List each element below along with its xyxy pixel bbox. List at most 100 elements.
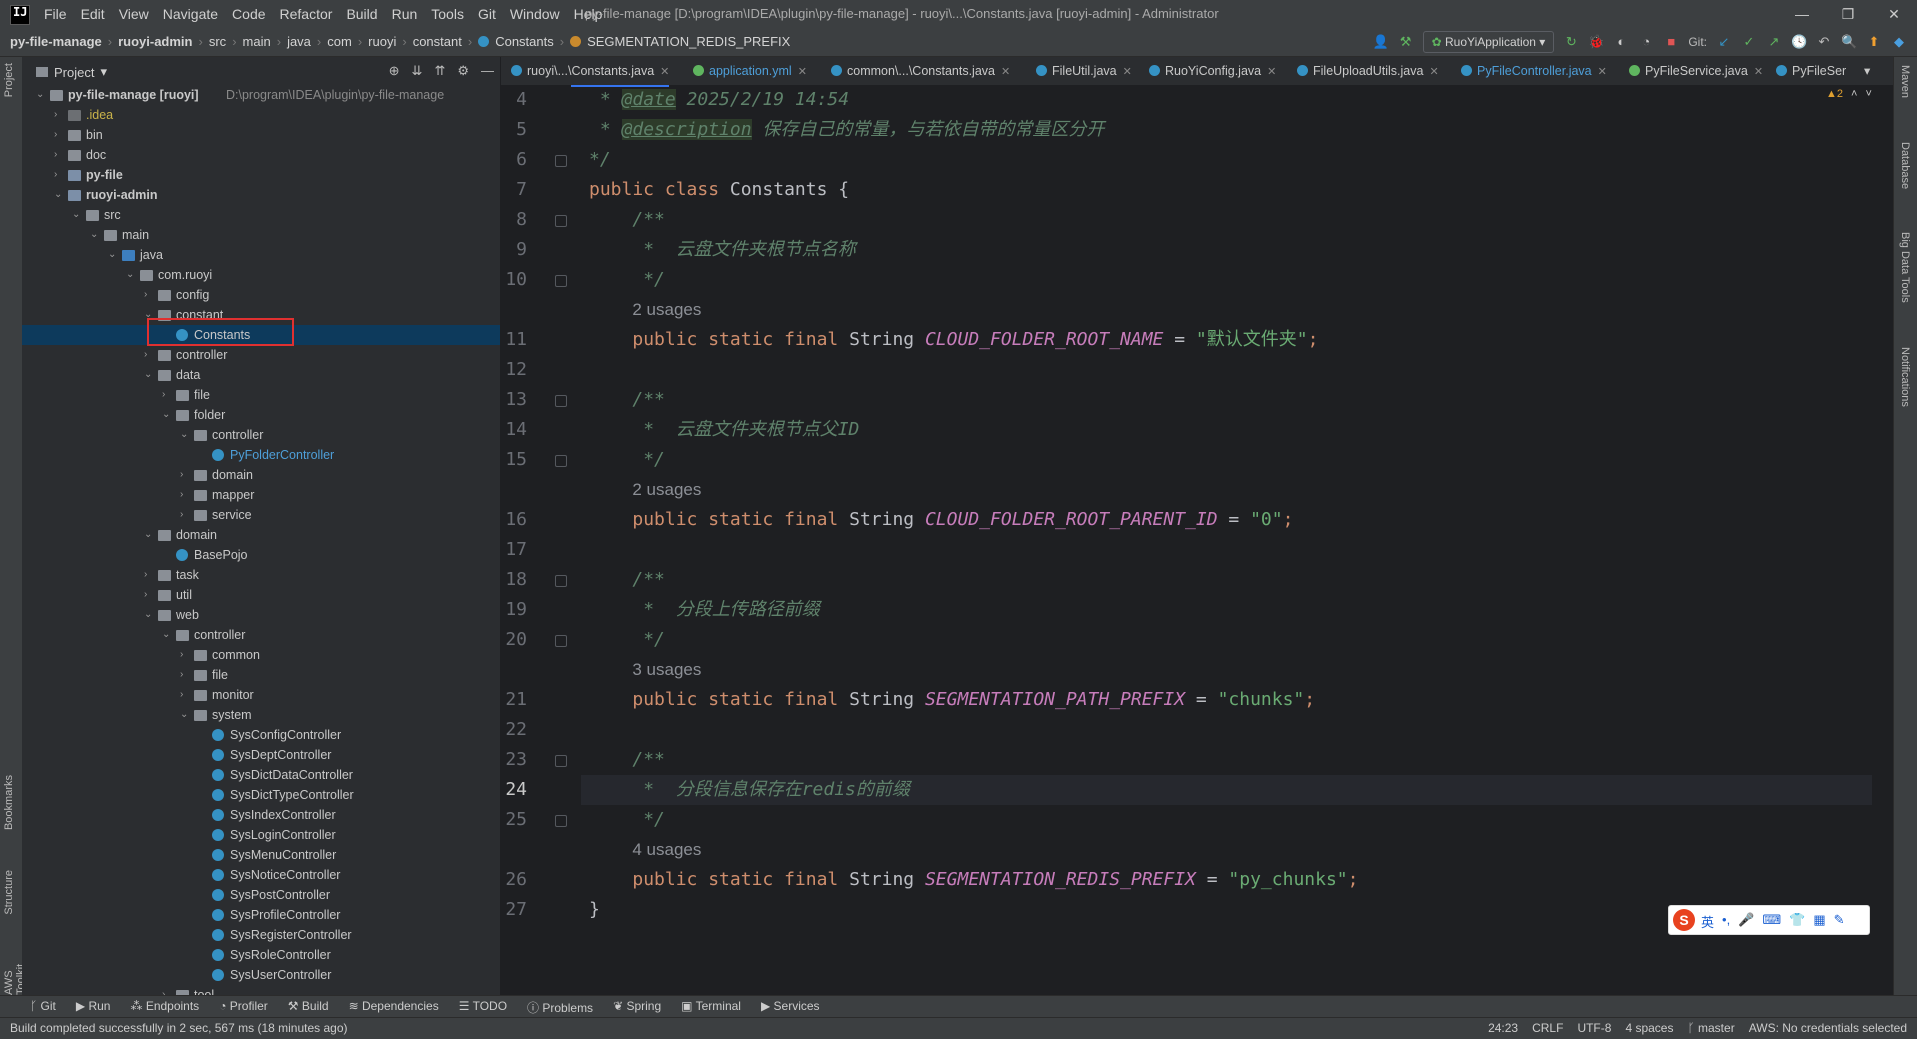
chevron-down-icon[interactable]: ⌄ xyxy=(162,625,172,645)
fold-marker-icon[interactable] xyxy=(555,275,567,287)
close-window-button[interactable]: ✕ xyxy=(1871,0,1917,28)
tree-item-class[interactable]: SysPostController xyxy=(22,885,500,905)
chevron-right-icon[interactable]: › xyxy=(54,165,64,185)
breadcrumb-project[interactable]: py-file-manage xyxy=(10,34,102,49)
chevron-down-icon[interactable]: ⌄ xyxy=(144,525,154,545)
menu-tools[interactable]: Tools xyxy=(431,6,464,22)
tree-item-folder[interactable]: ⌄ com.ruoyi xyxy=(22,265,500,285)
tree-item-class[interactable]: SysIndexController xyxy=(22,805,500,825)
chevron-right-icon[interactable]: › xyxy=(144,565,154,585)
chevron-right-icon[interactable]: › xyxy=(180,685,190,705)
collapse-all-icon[interactable]: ⇈ xyxy=(434,63,445,79)
fold-marker-icon[interactable] xyxy=(555,755,567,767)
usages-hint[interactable]: 4 usages xyxy=(589,835,701,865)
caret-position[interactable]: 24:23 xyxy=(1488,1021,1518,1035)
tree-item-folder[interactable]: › config xyxy=(22,285,500,305)
tree-item-class[interactable]: SysNoticeController xyxy=(22,865,500,885)
plugin-icon[interactable]: ◆ xyxy=(1891,34,1907,50)
chevron-down-icon[interactable]: ⌄ xyxy=(108,245,118,265)
chevron-right-icon[interactable]: › xyxy=(180,465,190,485)
maven-tool-tab[interactable]: Maven xyxy=(1899,65,1911,98)
ime-microphone-icon[interactable]: 🎤 xyxy=(1738,912,1754,931)
tree-item-folder[interactable]: ⌄ folder xyxy=(22,405,500,425)
notifications-tool-tab[interactable]: Notifications xyxy=(1899,347,1911,407)
line-number[interactable]: 15 xyxy=(487,449,527,470)
tree-item-folder[interactable]: ⌄ system xyxy=(22,705,500,725)
status-message[interactable]: Build completed successfully in 2 sec, 5… xyxy=(10,1021,348,1035)
git-commit-icon[interactable]: ✓ xyxy=(1741,34,1757,50)
tab-ruoyi-constants[interactable]: ruoyi\...\Constants.java ✕ xyxy=(511,57,670,87)
chevron-down-icon[interactable]: ⌄ xyxy=(72,205,82,225)
close-icon[interactable]: ✕ xyxy=(798,66,807,78)
breadcrumb-module[interactable]: ruoyi-admin xyxy=(118,34,192,49)
ime-toolbox-icon[interactable]: ▦ xyxy=(1813,912,1825,931)
chevron-down-icon[interactable]: ⌄ xyxy=(144,605,154,625)
usages-hint[interactable]: 2 usages xyxy=(589,475,701,505)
chevron-right-icon[interactable]: › xyxy=(144,345,154,365)
tree-item-folder[interactable]: › util xyxy=(22,585,500,605)
menu-file[interactable]: File xyxy=(44,6,67,22)
build-tool-tab[interactable]: ⚒ Build xyxy=(288,999,329,1016)
coverage-icon[interactable]: ◐ xyxy=(1613,34,1629,50)
stop-icon[interactable]: ■ xyxy=(1663,34,1679,50)
line-number[interactable]: 7 xyxy=(487,179,527,200)
close-icon[interactable]: ✕ xyxy=(660,66,669,78)
close-icon[interactable]: ✕ xyxy=(1123,66,1132,78)
chevron-right-icon[interactable]: › xyxy=(180,485,190,505)
line-number[interactable]: 22 xyxy=(487,719,527,740)
code-area[interactable]: * @date 2025/2/19 14:54 * @description 保… xyxy=(581,85,1872,995)
tree-item-class[interactable]: SysRoleController xyxy=(22,945,500,965)
breadcrumb-ruoyi[interactable]: ruoyi xyxy=(368,34,396,49)
file-encoding[interactable]: UTF-8 xyxy=(1577,1021,1611,1035)
menu-edit[interactable]: Edit xyxy=(81,6,105,22)
expand-all-icon[interactable]: ⇊ xyxy=(412,63,423,79)
breadcrumb-main[interactable]: main xyxy=(243,34,271,49)
line-number[interactable]: 26 xyxy=(487,869,527,890)
fold-marker-icon[interactable] xyxy=(555,635,567,647)
chevron-right-icon[interactable]: › xyxy=(144,585,154,605)
indent-setting[interactable]: 4 spaces xyxy=(1625,1021,1673,1035)
fold-marker-icon[interactable] xyxy=(555,155,567,167)
tab-ruoyiconfig[interactable]: RuoYiConfig.java ✕ xyxy=(1149,57,1276,85)
update-icon[interactable]: ⬆ xyxy=(1866,34,1882,50)
tab-fileuploadutils[interactable]: FileUploadUtils.java ✕ xyxy=(1297,57,1439,85)
tree-item-folder[interactable]: ⌄ java xyxy=(22,245,500,265)
problems-tool-tab[interactable]: ⓘ Problems xyxy=(527,999,593,1016)
breadcrumb-src[interactable]: src xyxy=(209,34,226,49)
tree-item-folder[interactable]: › mapper xyxy=(22,485,500,505)
tree-item-class[interactable]: SysConfigController xyxy=(22,725,500,745)
chevron-right-icon[interactable]: › xyxy=(180,665,190,685)
git-update-icon[interactable]: ↙ xyxy=(1716,34,1732,50)
terminal-tool-tab[interactable]: ▣ Terminal xyxy=(681,999,741,1016)
database-tool-tab[interactable]: Database xyxy=(1899,142,1911,189)
tree-item-folder[interactable]: › common xyxy=(22,645,500,665)
tree-item-class[interactable]: SysDictDataController xyxy=(22,765,500,785)
line-number[interactable]: 8 xyxy=(487,209,527,230)
tree-item-folder[interactable]: ⌄ controller xyxy=(22,625,500,645)
chevron-right-icon[interactable]: › xyxy=(54,105,64,125)
line-number[interactable]: 23 xyxy=(487,749,527,770)
ime-language[interactable]: 英 xyxy=(1701,912,1714,931)
line-number[interactable]: 14 xyxy=(487,419,527,440)
search-icon[interactable]: 🔍 xyxy=(1841,34,1857,50)
tree-item-folder[interactable]: › py-file xyxy=(22,165,500,185)
chevron-down-icon[interactable]: ⌄ xyxy=(54,185,64,205)
tree-item-class[interactable]: PyFolderController xyxy=(22,445,500,465)
menu-window[interactable]: Window xyxy=(510,6,560,22)
tree-item-folder[interactable]: › domain xyxy=(22,465,500,485)
tree-item-folder[interactable]: › file xyxy=(22,385,500,405)
line-number[interactable]: 20 xyxy=(487,629,527,650)
chevron-down-icon[interactable]: ⌄ xyxy=(180,705,190,725)
git-tool-tab[interactable]: ᚴ Git xyxy=(30,999,56,1016)
menu-refactor[interactable]: Refactor xyxy=(280,6,333,22)
ime-handwrite-icon[interactable]: ✎ xyxy=(1834,912,1845,931)
locate-icon[interactable]: ⊕ xyxy=(389,63,400,79)
line-number[interactable]: 12 xyxy=(487,359,527,380)
menu-navigate[interactable]: Navigate xyxy=(163,6,218,22)
rerun-icon[interactable]: ↻ xyxy=(1563,34,1579,50)
aws-credentials[interactable]: AWS: No credentials selected xyxy=(1749,1021,1907,1035)
line-number[interactable]: 17 xyxy=(487,539,527,560)
line-separator[interactable]: CRLF xyxy=(1532,1021,1563,1035)
endpoints-tool-tab[interactable]: ⁂ Endpoints xyxy=(130,999,199,1016)
tree-item-folder[interactable]: › service xyxy=(22,505,500,525)
